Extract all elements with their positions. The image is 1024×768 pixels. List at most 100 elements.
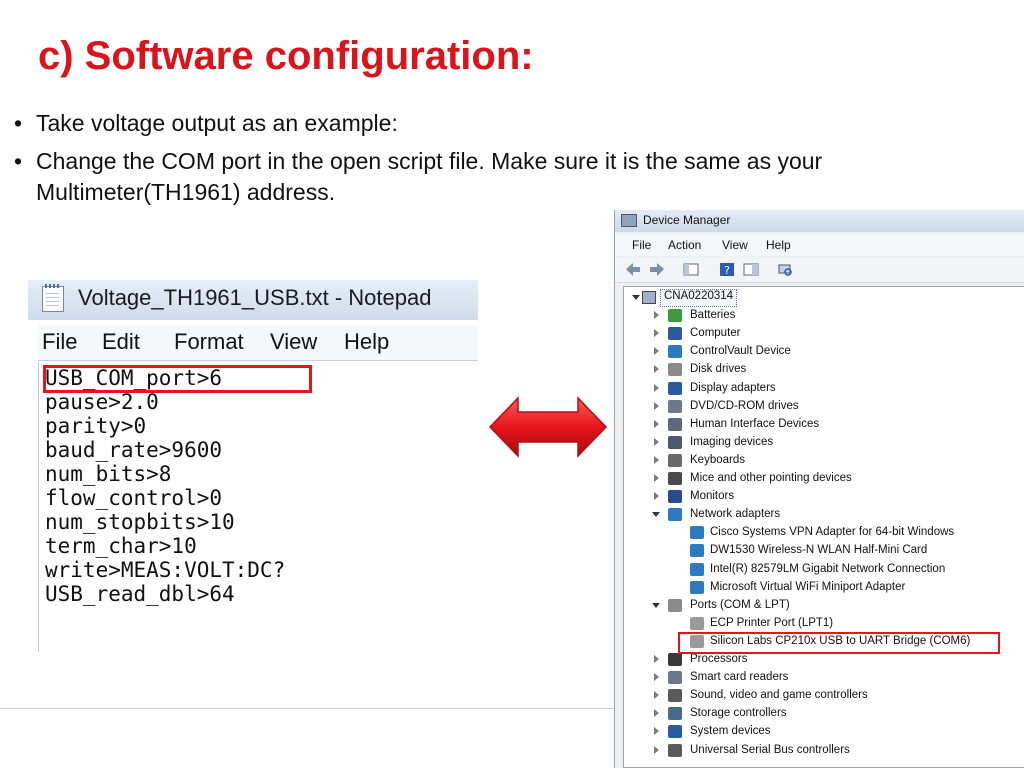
notepad-menu-format[interactable]: Format	[174, 329, 244, 355]
device-category[interactable]: Sound, video and game controllers	[624, 687, 1024, 705]
device-category-label: Sound, video and game controllers	[690, 689, 868, 702]
expand-arrow-icon[interactable]	[654, 492, 659, 501]
disk-drive-icon	[668, 363, 682, 377]
expand-arrow-icon[interactable]	[654, 673, 659, 682]
device-category-label: Universal Serial Bus controllers	[690, 743, 850, 756]
device-tree: CNA0220314 Batteries Computer ControlVault …	[623, 286, 1024, 768]
expand-arrow-icon[interactable]	[654, 437, 659, 446]
device-category[interactable]: DVD/CD-ROM drives	[624, 398, 1024, 416]
device-category[interactable]: Storage controllers	[624, 705, 1024, 723]
device-manager-titlebar[interactable]: Device Manager	[615, 210, 1024, 232]
collapse-arrow-icon[interactable]	[652, 512, 660, 518]
device-category[interactable]: Human Interface Devices	[624, 416, 1024, 434]
device-icon	[668, 345, 682, 359]
expand-arrow-icon[interactable]	[654, 727, 659, 736]
network-adapter-icon	[690, 580, 704, 594]
device-manager-toolbar: ?	[615, 258, 1024, 283]
device-category[interactable]: Computer	[624, 325, 1024, 343]
port-icon	[668, 598, 682, 612]
dm-menu-view[interactable]: View	[722, 238, 748, 252]
expand-arrow-icon[interactable]	[654, 401, 659, 410]
device-category[interactable]: System devices	[624, 723, 1024, 741]
notepad-titlebar[interactable]: Voltage_TH1961_USB.txt - Notepad	[28, 280, 478, 320]
bullet-item: • Take voltage output as an example:	[10, 108, 1020, 139]
tree-root-label: CNA0220314	[660, 289, 738, 307]
script-line: baud_rate>9600	[45, 438, 223, 462]
device-category-label: ControlVault Device	[690, 345, 791, 358]
device-category[interactable]: Smart card readers	[624, 669, 1024, 687]
notepad-text-area[interactable]: USB_COM_port>6 pause>2.0 parity>0 baud_r…	[38, 362, 478, 652]
storage-controller-icon	[668, 707, 682, 721]
device-item[interactable]: DW1530 Wireless-N WLAN Half-Mini Card	[624, 542, 1024, 560]
device-category[interactable]: Imaging devices	[624, 434, 1024, 452]
device-item[interactable]: ECP Printer Port (LPT1)	[624, 615, 1024, 633]
view-pane-icon[interactable]	[743, 262, 759, 277]
script-line: term_char>10	[45, 534, 197, 558]
usb-icon	[668, 743, 682, 757]
collapse-arrow-icon[interactable]	[632, 295, 640, 300]
double-arrow-icon	[488, 396, 608, 458]
dm-menu-help[interactable]: Help	[766, 238, 791, 252]
notepad-menu-edit[interactable]: Edit	[102, 329, 140, 355]
device-category[interactable]: Monitors	[624, 488, 1024, 506]
forward-arrow-icon[interactable]	[649, 262, 665, 277]
device-item[interactable]: Intel(R) 82579LM Gigabit Network Connect…	[624, 561, 1024, 579]
notepad-menu-help[interactable]: Help	[344, 329, 389, 355]
expand-arrow-icon[interactable]	[654, 745, 659, 754]
device-manager-title: Device Manager	[643, 213, 731, 227]
collapse-arrow-icon[interactable]	[652, 602, 660, 608]
notepad-title: Voltage_TH1961_USB.txt - Notepad	[78, 285, 432, 310]
network-adapter-icon	[690, 526, 704, 540]
dm-menu-action[interactable]: Action	[668, 238, 701, 252]
bullet-text: Take voltage output as an example:	[36, 110, 398, 136]
expand-arrow-icon[interactable]	[654, 709, 659, 718]
device-category[interactable]: ControlVault Device	[624, 343, 1024, 361]
device-category[interactable]: Network adapters	[624, 506, 1024, 524]
slide-title: c) Software configuration:	[38, 34, 534, 78]
device-category[interactable]: Ports (COM & LPT)	[624, 597, 1024, 615]
back-arrow-icon[interactable]	[625, 262, 641, 277]
expand-arrow-icon[interactable]	[654, 474, 659, 482]
device-item-label: Intel(R) 82579LM Gigabit Network Connect…	[710, 562, 946, 575]
notepad-menu-file[interactable]: File	[42, 329, 77, 355]
scan-hardware-icon[interactable]	[777, 262, 793, 277]
script-line: USB_read_dbl>64	[45, 582, 235, 606]
expand-arrow-icon[interactable]	[654, 365, 659, 374]
script-line: parity>0	[45, 414, 147, 438]
expand-arrow-icon[interactable]	[654, 455, 659, 464]
device-category-label: Keyboards	[690, 453, 745, 466]
device-category[interactable]: Display adapters	[624, 380, 1024, 398]
battery-icon	[668, 309, 682, 323]
notepad-menu-view[interactable]: View	[270, 329, 317, 355]
device-category-label: System devices	[690, 725, 771, 738]
properties-pane-icon[interactable]	[683, 262, 699, 277]
expand-arrow-icon[interactable]	[654, 311, 659, 320]
device-category[interactable]: Batteries	[624, 307, 1024, 325]
expand-arrow-icon[interactable]	[654, 347, 659, 356]
device-category[interactable]: Keyboards	[624, 452, 1024, 470]
device-item-label: Cisco Systems VPN Adapter for 64-bit Win…	[710, 526, 955, 539]
device-item[interactable]: Microsoft Virtual WiFi Miniport Adapter	[624, 579, 1024, 597]
system-device-icon	[668, 725, 682, 739]
expand-arrow-icon[interactable]	[654, 329, 659, 338]
script-line: pause>2.0	[45, 390, 159, 414]
com6-port-highlight	[678, 632, 1000, 654]
device-category-label: Network adapters	[690, 508, 781, 521]
script-line: write>MEAS:VOLT:DC?	[45, 558, 286, 582]
help-icon[interactable]: ?	[719, 262, 735, 277]
device-category[interactable]: Universal Serial Bus controllers	[624, 742, 1024, 760]
device-item[interactable]: Cisco Systems VPN Adapter for 64-bit Win…	[624, 524, 1024, 542]
expand-arrow-icon[interactable]	[654, 419, 659, 428]
com-port-highlight	[43, 365, 312, 393]
device-item-label: ECP Printer Port (LPT1)	[710, 616, 834, 629]
expand-arrow-icon[interactable]	[654, 383, 659, 392]
dm-menu-file[interactable]: File	[632, 238, 651, 252]
svg-text:?: ?	[724, 264, 730, 277]
expand-arrow-icon[interactable]	[654, 691, 659, 700]
device-category[interactable]: Mice and other pointing devices	[624, 470, 1024, 488]
device-category-label: Mice and other pointing devices	[690, 472, 852, 484]
expand-arrow-icon[interactable]	[654, 655, 659, 663]
bullet-list: • Take voltage output as an example: • Cha…	[10, 108, 1020, 215]
device-category-label: Human Interface Devices	[690, 417, 820, 430]
device-category[interactable]: Disk drives	[624, 361, 1024, 379]
